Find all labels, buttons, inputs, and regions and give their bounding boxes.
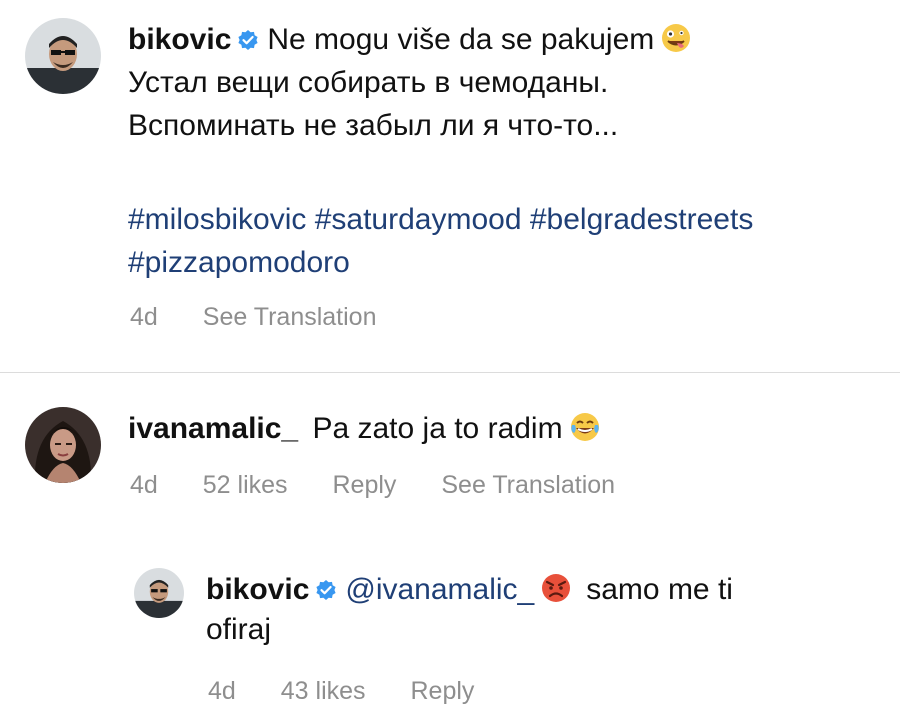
reply-text: samo me ti [586, 573, 733, 606]
reply-reply-button[interactable]: Reply [410, 677, 474, 705]
bikovic-avatar[interactable] [25, 18, 101, 94]
caption-text-1: Ne mogu više da se pakujem [267, 23, 655, 56]
post-hashtags: #milosbikovic #saturdaymood #belgradestr… [128, 198, 898, 284]
reply-line-2: ofiraj [206, 613, 272, 646]
reply-likes[interactable]: 43 likes [281, 677, 366, 705]
verified-badge-icon [237, 29, 259, 51]
reply-meta: 4d 43 likes Reply [208, 677, 474, 706]
comment-see-translation[interactable]: See Translation [441, 471, 615, 499]
verified-badge-icon [315, 579, 337, 601]
zany-face-icon [660, 22, 692, 54]
post-caption: bikovic Ne mogu više da se pakujem Устал … [128, 18, 888, 147]
comment-likes[interactable]: 52 likes [203, 471, 288, 499]
caption-line-1: bikovic Ne mogu više da se pakujem [128, 18, 888, 61]
tears-of-joy-icon [569, 411, 601, 443]
comment-reply-button[interactable]: Reply [332, 471, 396, 499]
angry-face-icon [540, 572, 572, 604]
divider [0, 372, 900, 373]
hashtags-line-1[interactable]: #milosbikovic #saturdaymood #belgradestr… [128, 198, 898, 241]
comment-meta: 4d 52 likes Reply See Translation [130, 471, 615, 500]
reply-time: 4d [208, 677, 236, 705]
reply-line-1: bikovic @ivanamalic_ samo me ti [206, 570, 846, 610]
comment-body: ivanamalic_ Pa zato ja to radim [128, 407, 888, 450]
hashtags-line-2[interactable]: #pizzapomodoro [128, 241, 898, 284]
comment-text: Pa zato ja to radim [312, 412, 563, 445]
comment-username[interactable]: ivanamalic_ [128, 412, 298, 445]
comment-time: 4d [130, 471, 158, 499]
post-username[interactable]: bikovic [128, 23, 231, 56]
post-time: 4d [130, 303, 158, 331]
post-see-translation[interactable]: See Translation [203, 303, 377, 331]
reply-username[interactable]: bikovic [206, 573, 309, 606]
caption-line-2: Устал вещи собирать в чемоданы. [128, 66, 609, 99]
caption-line-3: Вспоминать не забыл ли я что-то... [128, 109, 619, 142]
reply-body: bikovic @ivanamalic_ samo me ti ofiraj [206, 570, 846, 650]
post-meta: 4d See Translation [130, 303, 376, 332]
reply-mention[interactable]: @ivanamalic_ [345, 573, 534, 606]
bikovic-reply-avatar[interactable] [134, 568, 184, 618]
ivanamalic-avatar[interactable] [25, 407, 101, 483]
